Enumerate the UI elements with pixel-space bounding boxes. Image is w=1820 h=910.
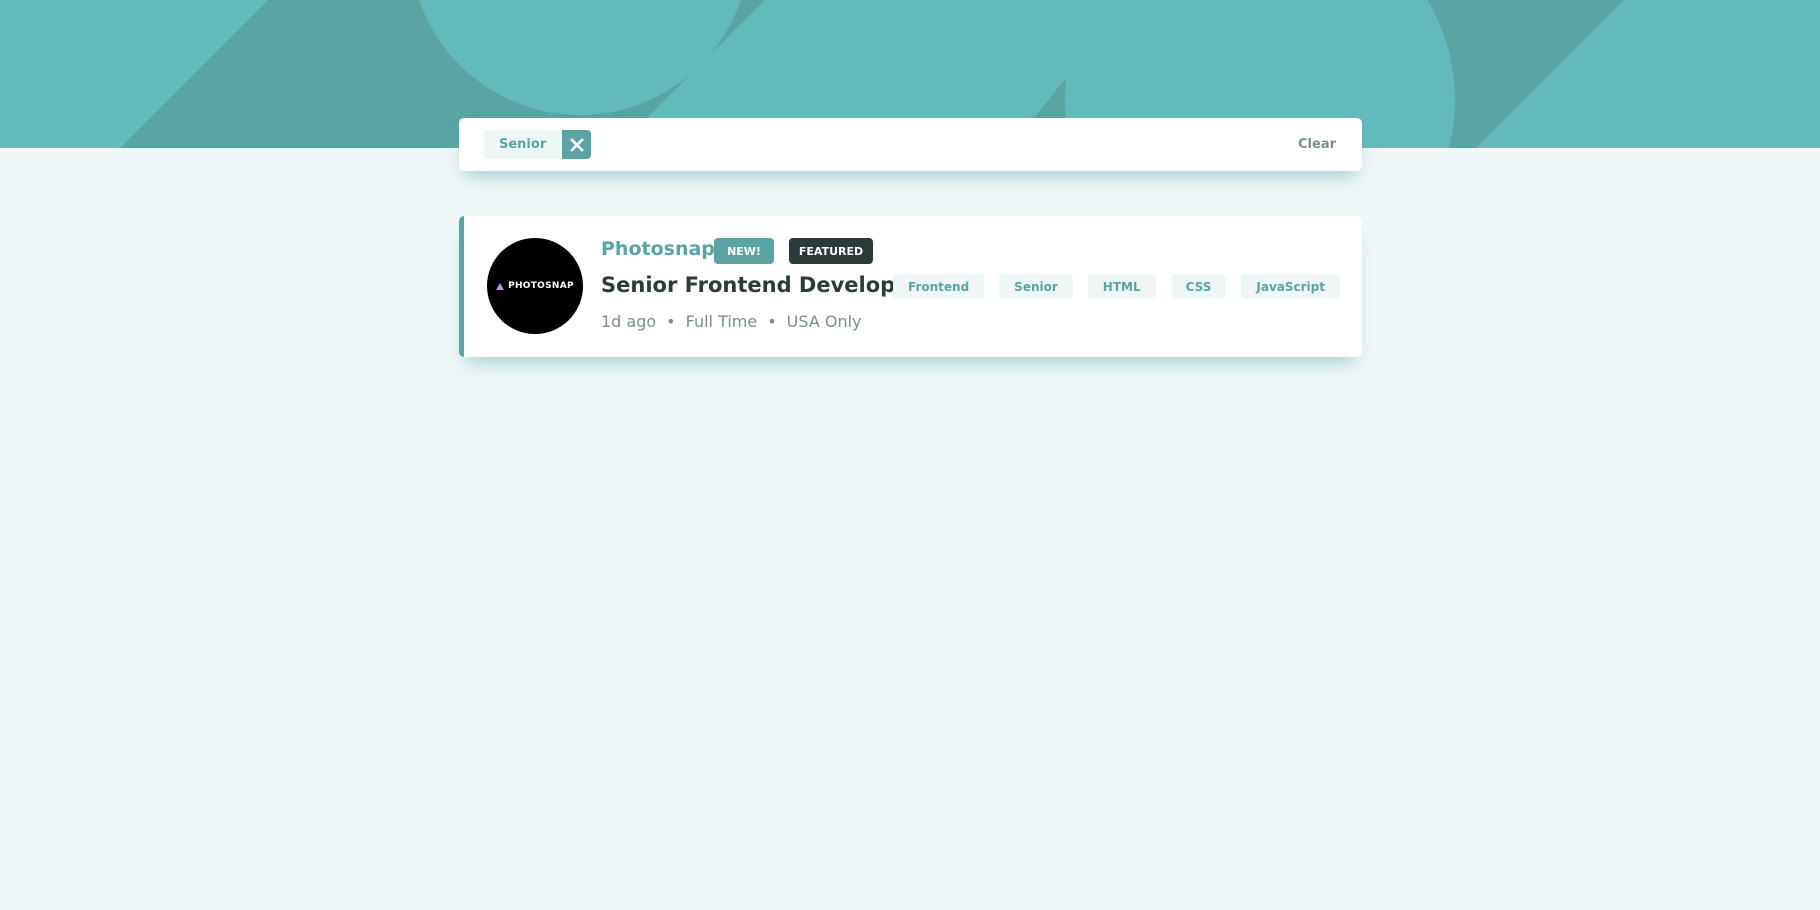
tag-html[interactable]: HTML — [1087, 274, 1156, 299]
job-position-title[interactable]: Senior Frontend Developer — [601, 273, 920, 297]
job-location: USA Only — [786, 312, 862, 331]
filter-bar: Senior Clear — [459, 118, 1362, 171]
clear-filters-button[interactable]: Clear — [1298, 137, 1336, 152]
tag-css[interactable]: CSS — [1170, 274, 1227, 299]
job-tags: Frontend Senior HTML CSS JavaScript — [893, 274, 1340, 299]
filter-tag-label: Senior — [483, 130, 563, 159]
filter-tag: Senior — [483, 130, 592, 159]
meta-separator: • — [767, 312, 777, 331]
new-badge: NEW! — [714, 238, 774, 264]
tag-javascript[interactable]: JavaScript — [1241, 274, 1340, 299]
photosnap-triangle-icon — [496, 282, 505, 290]
company-name: Photosnap — [601, 238, 715, 260]
meta-separator: • — [666, 312, 676, 331]
posted-at: 1d ago — [601, 312, 657, 331]
close-icon — [569, 137, 584, 152]
job-card: PHOTOSNAP Photosnap NEW! FEATURED Senior… — [459, 216, 1362, 357]
company-logo-text: PHOTOSNAP — [508, 281, 574, 291]
tag-senior[interactable]: Senior — [999, 274, 1073, 299]
contract-type: Full Time — [685, 312, 758, 331]
featured-badge: FEATURED — [789, 238, 873, 264]
job-meta: 1d ago • Full Time • USA Only — [601, 312, 862, 331]
remove-filter-button[interactable] — [562, 130, 592, 159]
company-logo: PHOTOSNAP — [487, 238, 583, 334]
tag-frontend[interactable]: Frontend — [893, 274, 985, 299]
